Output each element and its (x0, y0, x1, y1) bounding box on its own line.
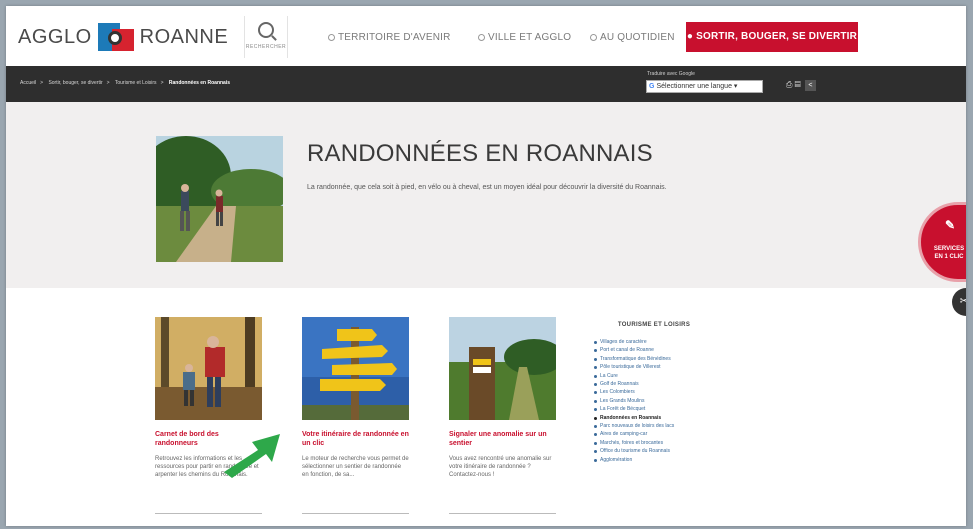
card-divider (155, 513, 262, 514)
nav-item-sortir[interactable]: ● SORTIR, BOUGER, SE DIVERTIR (686, 22, 858, 52)
sidebar-title: TOURISME ET LOISIRS (617, 322, 691, 328)
print-icon[interactable]: ⎙ (786, 80, 792, 89)
sidebar-item[interactable]: Port et canal de Roanne (594, 346, 714, 354)
search-label: RECHERCHER (245, 44, 287, 50)
sidebar-item[interactable]: Aires de camping-car (594, 430, 714, 438)
card-title[interactable]: Signaler une anomalie sur un sentier (449, 430, 556, 448)
hero-section: RANDONNÉES EN ROANNAIS La randonnée, que… (6, 102, 966, 316)
pdf-icon[interactable]: ▤ (795, 80, 801, 89)
browser-page: AGGLO ROANNE RECHERCHER TERRITOIRE D'AVE… (6, 6, 966, 526)
card-itineraire[interactable]: Votre itinéraire de randonnée en un clic… (302, 317, 409, 514)
logo-mark-icon (97, 23, 134, 51)
share-icon[interactable]: < (804, 80, 816, 91)
breadcrumb: Accueil > Sortir, bouger, se divertir > To… (20, 80, 230, 86)
tools-fab-icon[interactable]: ✂ (952, 288, 966, 316)
nav-item-quotidien[interactable]: AU QUOTIDIEN (590, 32, 675, 43)
card-anomalie[interactable]: Signaler une anomalie sur un sentier Vou… (449, 317, 556, 514)
card-divider (302, 513, 409, 514)
sidebar-item[interactable]: Office du tourisme du Roannais (594, 447, 714, 455)
page-intro: La randonnée, que cela soit à pied, en v… (307, 184, 667, 191)
page-tools: ⎙ ▤ < (786, 80, 816, 91)
sidebar-item[interactable]: Villages de caractère (594, 338, 714, 346)
sidebar-item[interactable]: La Cure (594, 372, 714, 380)
sidebar-item[interactable]: Les Colombiers (594, 388, 714, 396)
sidebar-item-active[interactable]: Randonnées en Roannais (594, 414, 714, 422)
sidebar-item[interactable]: La Forêt de Bécquet (594, 405, 714, 413)
sidebar-list: Villages de caractère Port et canal de R… (594, 338, 714, 464)
breadcrumb-tourisme[interactable]: Tourisme et Loisirs (115, 80, 157, 86)
card-text: Le moteur de recherche vous permet de sé… (302, 456, 409, 478)
bullet-icon (478, 33, 485, 41)
google-icon: G (649, 83, 655, 90)
language-select[interactable]: G Sélectionner une langue ▾ (646, 80, 763, 93)
sidebar-item[interactable]: Marchés, foires et brocantes (594, 439, 714, 447)
site-header: AGGLO ROANNE RECHERCHER TERRITOIRE D'AVE… (6, 6, 966, 66)
card-image-signpost (302, 317, 409, 420)
sidebar-item[interactable]: Agglomération (594, 456, 714, 464)
card-text: Vous avez rencontré une anomalie sur vot… (449, 456, 552, 478)
sidebar-item[interactable]: Transformatique des Bénédines (594, 355, 714, 363)
bullet-icon (590, 33, 597, 41)
hero-image-hikers (156, 136, 283, 262)
card-image-forest-hikers (155, 317, 262, 420)
site-logo[interactable]: AGGLO ROANNE (18, 22, 228, 52)
breadcrumb-bar: Accueil > Sortir, bouger, se divertir > To… (6, 66, 966, 102)
pin-icon: ✎ (945, 218, 956, 232)
page-title: RANDONNÉES EN ROANNAIS (307, 140, 653, 167)
translate-label: Traduire avec Google (647, 71, 695, 77)
card-title[interactable]: Votre itinéraire de randonnée en un clic (302, 430, 409, 448)
sidebar-item[interactable]: Pôle touristique de Villerest (594, 363, 714, 371)
breadcrumb-current: Randonnées en Roannais (168, 80, 230, 86)
sidebar-tourisme: TOURISME ET LOISIRS Villages de caractèr… (594, 322, 714, 464)
sidebar-item[interactable]: Parc nouveaux de loisirs des lacs (594, 422, 714, 430)
annotation-arrow-icon (224, 434, 280, 478)
breadcrumb-home[interactable]: Accueil (20, 80, 36, 86)
bullet-icon (328, 33, 335, 41)
card-divider (449, 513, 556, 514)
card-image-trail-marker (449, 317, 556, 420)
nav-item-territoire[interactable]: TERRITOIRE D'AVENIR (328, 32, 451, 43)
services-button[interactable]: ✎ SERVICES EN 1 CLIC (918, 202, 966, 282)
search-button[interactable]: RECHERCHER (244, 16, 288, 58)
nav-item-ville-agglo[interactable]: VILLE ET AGGLO (478, 32, 571, 43)
logo-text-right: ROANNE (139, 25, 229, 48)
sidebar-item[interactable]: Les Grands Moulins (594, 397, 714, 405)
sidebar-item[interactable]: Golf de Roannais (594, 380, 714, 388)
logo-text-left: AGGLO (18, 25, 92, 48)
search-icon (258, 22, 274, 38)
breadcrumb-sortir[interactable]: Sortir, bouger, se divertir (48, 80, 102, 86)
